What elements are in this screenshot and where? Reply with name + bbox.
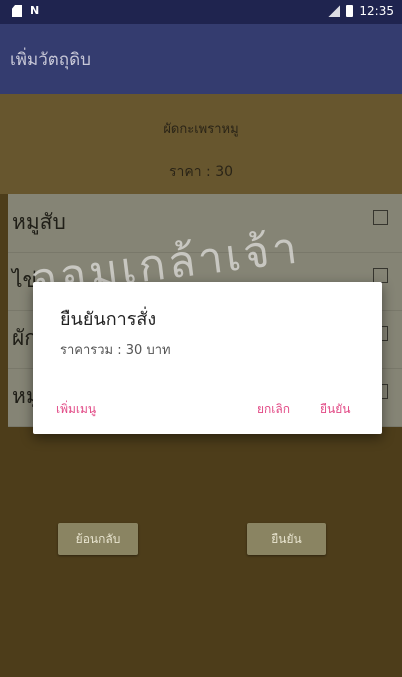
battery-icon — [346, 5, 354, 17]
dialog-confirm-button[interactable]: ยืนยัน — [320, 400, 350, 419]
status-bar: N 12:35 — [0, 0, 402, 24]
confirm-order-dialog: ยืนยันการสั่ง ราคารวม : 30 บาท เพิ่มเมนู… — [33, 282, 382, 434]
add-menu-button[interactable]: เพิ่มเมนู — [56, 400, 96, 419]
back-button[interactable]: ย้อนกลับ — [58, 523, 138, 555]
nfc-icon: N — [30, 4, 40, 17]
toolbar-title: เพิ่มวัตถุดิบ — [10, 50, 91, 70]
dialog-title: ยืนยันการสั่ง — [60, 309, 157, 330]
app-toolbar: เพิ่มวัตถุดิบ — [0, 24, 402, 94]
dialog-message: ราคารวม : 30 บาท — [60, 343, 171, 358]
confirm-button[interactable]: ยืนยัน — [247, 523, 326, 555]
signal-icon — [328, 5, 341, 17]
phone-screen: N 12:35 เพิ่มวัตถุดิบ ผัดกะเพราหมู ราคา … — [0, 0, 402, 677]
status-time: 12:35 — [359, 4, 394, 18]
dialog-cancel-button[interactable]: ยกเลิก — [257, 400, 290, 419]
sd-card-icon — [12, 5, 22, 17]
